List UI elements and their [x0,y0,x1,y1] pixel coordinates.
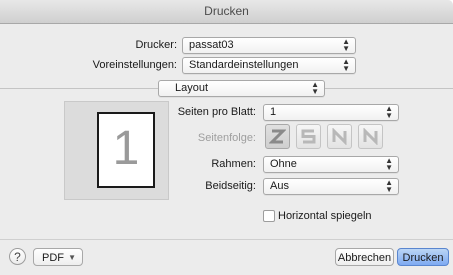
printer-label: Drucker: [135,39,177,51]
pages-per-sheet-label: Seiten pro Blatt: [177,106,256,118]
popup-arrows-icon: ▲ ▼ [311,80,319,96]
print-dialog: Drucken Drucker: passat03 ▲ ▼ Voreinstell… [0,0,453,275]
presets-popup[interactable]: Standardeinstellungen ▲ ▼ [182,57,356,74]
cancel-button[interactable]: Abbrechen [335,248,394,266]
order-n-reverse-icon[interactable] [327,124,352,149]
presets-label: Voreinstellungen: [92,59,177,71]
border-value: Ohne [270,158,297,170]
section-divider-right [323,88,453,89]
border-popup[interactable]: Ohne ▲ ▼ [263,156,399,173]
pdf-menu-button[interactable]: PDF ▼ [33,248,83,266]
printer-popup[interactable]: passat03 ▲ ▼ [182,37,356,54]
flip-horizontal-label: Horizontal spiegeln [278,210,372,222]
presets-value: Standardeinstellungen [189,59,299,71]
order-z-icon[interactable] [265,124,290,149]
printer-value: passat03 [189,39,234,51]
two-sided-label: Beidseitig: [205,180,256,192]
window-title: Drucken [0,0,453,24]
popup-arrows-icon: ▲ ▼ [385,178,393,194]
footer-divider [0,239,453,240]
page-preview: 1 [97,112,155,188]
chevron-down-icon: ▼ [68,253,76,262]
order-s-icon[interactable] [296,124,321,149]
two-sided-value: Aus [270,180,289,192]
section-popup[interactable]: Layout ▲ ▼ [158,80,325,97]
popup-arrows-icon: ▲ ▼ [342,37,350,53]
border-label: Rahmen: [211,158,256,170]
pages-per-sheet-value: 1 [270,106,277,118]
pages-per-sheet-popup[interactable]: 1 ▲ ▼ [263,104,399,121]
page-order-label: Seitenfolge: [197,132,256,144]
order-n-icon[interactable] [358,124,383,149]
section-divider-left [0,88,160,89]
popup-arrows-icon: ▲ ▼ [385,156,393,172]
two-sided-popup[interactable]: Aus ▲ ▼ [263,178,399,195]
popup-arrows-icon: ▲ ▼ [385,104,393,120]
help-button[interactable]: ? [9,248,26,265]
section-value: Layout [175,82,209,94]
flip-horizontal-checkbox[interactable] [263,210,275,222]
popup-arrows-icon: ▲ ▼ [342,57,350,73]
pdf-label: PDF [42,252,64,264]
print-button[interactable]: Drucken [397,248,449,266]
